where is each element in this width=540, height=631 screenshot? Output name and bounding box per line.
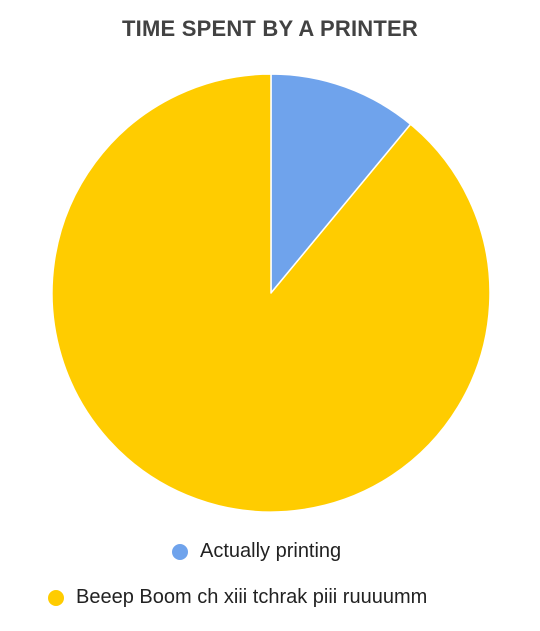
pie-chart [51,73,491,513]
legend-swatch-beeep-boom [48,589,64,606]
legend-swatch-actually-printing [172,543,188,560]
legend-item-actually-printing: Actually printing [172,540,341,563]
pie-slice-1 [51,73,491,513]
legend-label-beeep-boom: Beeep Boom ch xiii tchrak piii ruuuumm [76,586,428,608]
legend-label-actually-printing: Actually printing [200,540,342,562]
legend-item-beeep-boom: Beeep Boom ch xiii tchrak piii ruuuumm [48,586,427,609]
